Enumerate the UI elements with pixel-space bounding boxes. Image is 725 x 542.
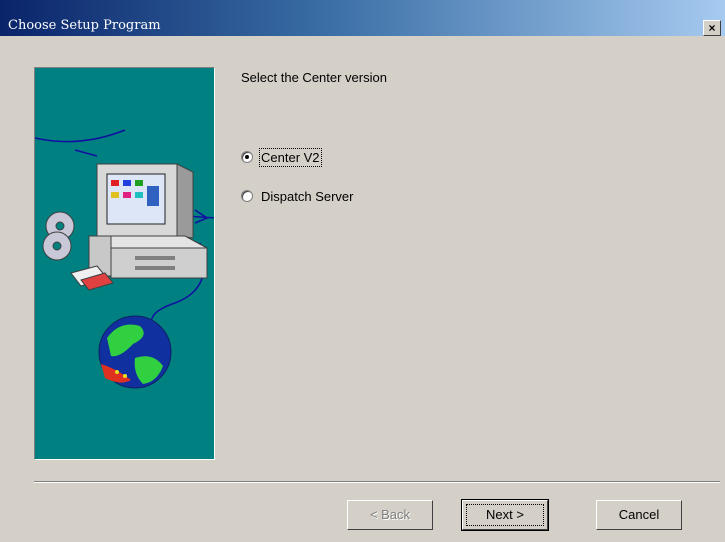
close-button[interactable]: × [703,20,721,36]
radio-dispatch-server[interactable] [241,190,253,202]
setup-illustration-art [35,129,214,389]
back-button-label: < Back [369,507,411,522]
option-center-v2[interactable]: Center V2 [241,147,322,167]
option-center-v2-label[interactable]: Center V2 [259,147,322,167]
cancel-button-label: Cancel [618,507,660,522]
option-dispatch-server[interactable]: Dispatch Server [241,187,353,205]
back-button[interactable]: < Back [347,500,433,530]
footer-divider [34,481,720,483]
window-title: Choose Setup Program [8,18,161,33]
title-bar[interactable]: Choose Setup Program × [0,0,725,36]
computer-icon [88,163,208,279]
radio-center-v2[interactable] [241,151,253,163]
setup-illustration [34,67,215,460]
option-dispatch-server-label[interactable]: Dispatch Server [261,189,353,204]
globe-icon [98,315,172,389]
instruction-heading: Select the Center version [241,70,387,85]
next-button[interactable]: Next > [461,499,549,531]
cd-icon [42,211,75,261]
close-icon: × [708,21,716,35]
cancel-button[interactable]: Cancel [596,500,682,530]
next-button-label: Next > [486,507,524,522]
